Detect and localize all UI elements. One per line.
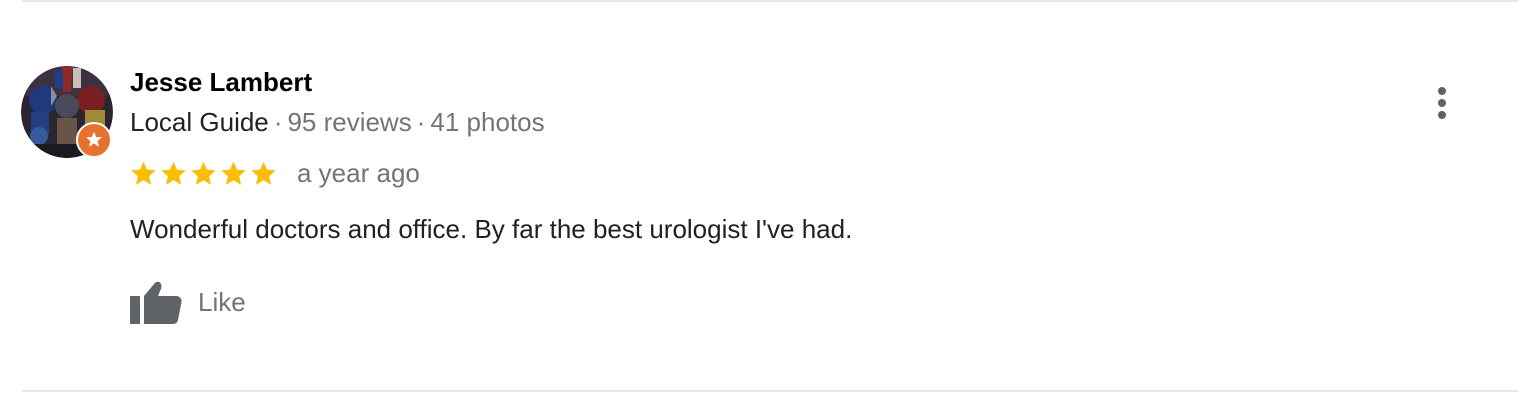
like-button[interactable]: Like [130, 280, 246, 324]
local-guide-badge [76, 122, 112, 158]
more-vert-icon [1438, 87, 1446, 119]
local-guide-star-icon [86, 131, 102, 147]
reviewer-meta[interactable]: Local Guide · 95 reviews · 41 photos [130, 106, 545, 138]
meta-separator: · [273, 107, 283, 137]
star-rating [130, 160, 277, 187]
review-text: Wonderful doctors and office. By far the… [130, 214, 853, 244]
bottom-divider [22, 390, 1518, 392]
star-icon [191, 161, 216, 185]
review-time: a year ago [297, 158, 420, 188]
star-icon [221, 161, 246, 185]
reviewer-avatar[interactable] [21, 66, 113, 158]
star-icon [161, 161, 186, 185]
star-icon [131, 161, 156, 185]
meta-separator: · [416, 107, 426, 137]
thumbs-up-icon [130, 281, 182, 324]
more-options-button[interactable] [1424, 84, 1460, 122]
photo-count: 41 photos [430, 107, 545, 137]
top-divider [22, 0, 1518, 2]
star-icon [251, 161, 276, 185]
reviewer-name[interactable]: Jesse Lambert [130, 66, 312, 98]
like-label: Like [198, 287, 246, 317]
review-count: 95 reviews [287, 107, 412, 137]
rating-row: a year ago [130, 156, 420, 190]
local-guide-label: Local Guide [130, 107, 269, 137]
